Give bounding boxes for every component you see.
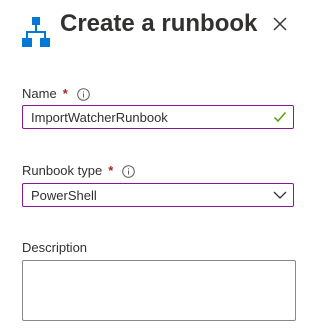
name-input-value: ImportWatcherRunbook [31, 109, 168, 125]
info-icon[interactable] [76, 87, 90, 101]
description-field-label: Description [22, 240, 87, 256]
runbook-hierarchy-icon [22, 17, 50, 47]
required-indicator: * [108, 163, 114, 178]
close-icon[interactable] [268, 12, 292, 36]
required-indicator: * [62, 86, 68, 101]
runbook-type-field-label: Runbook type * [22, 163, 136, 179]
description-textarea[interactable] [22, 260, 296, 321]
chevron-down-icon [273, 191, 287, 199]
page-title: Create a runbook [60, 10, 258, 37]
name-label-text: Name [22, 86, 57, 101]
runbook-type-selected-value: PowerShell [31, 187, 97, 203]
runbook-type-label-text: Runbook type [22, 163, 103, 178]
name-field-label: Name * [22, 86, 90, 102]
info-icon[interactable] [122, 164, 136, 178]
description-label-text: Description [22, 240, 88, 255]
runbook-type-dropdown[interactable]: PowerShell [22, 183, 294, 207]
create-runbook-panel: Create a runbook Name * ImportWatcherRun… [0, 0, 316, 331]
checkmark-icon [273, 112, 287, 123]
name-input[interactable]: ImportWatcherRunbook [22, 105, 294, 129]
